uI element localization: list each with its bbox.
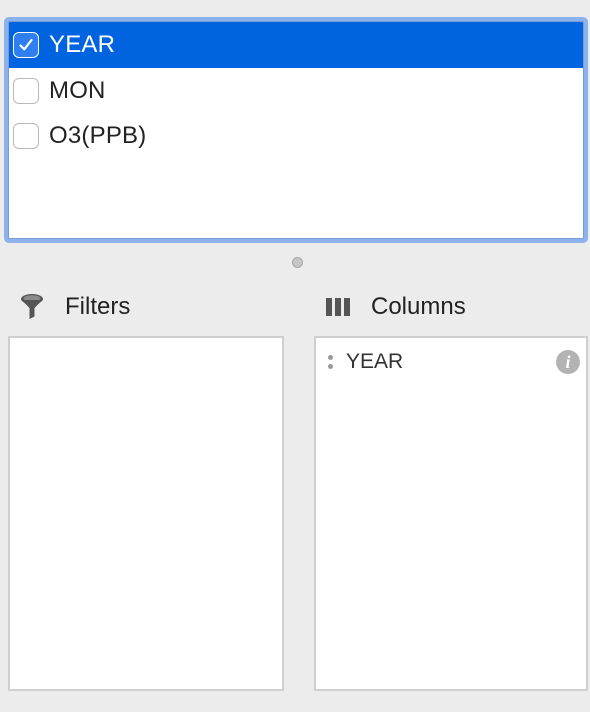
info-icon[interactable]: i <box>556 350 580 374</box>
field-list-content: YEAR MON O3(PPB) <box>8 21 584 239</box>
filters-title: Filters <box>65 293 131 320</box>
checkbox-unchecked[interactable] <box>13 77 39 104</box>
checkbox-unchecked[interactable] <box>13 122 39 149</box>
field-row-year[interactable]: YEAR <box>9 22 583 68</box>
drag-handle-icon[interactable] <box>326 352 334 372</box>
field-row-o3[interactable]: O3(PPB) <box>9 113 583 158</box>
checkbox-checked[interactable] <box>13 32 39 58</box>
columns-drop-area[interactable]: YEAR i <box>314 336 588 691</box>
field-label: O3(PPB) <box>49 121 147 149</box>
filters-drop-area[interactable] <box>8 336 284 691</box>
columns-title: Columns <box>371 293 466 320</box>
column-item-year[interactable]: YEAR i <box>326 348 580 376</box>
field-list[interactable]: YEAR MON O3(PPB) <box>4 17 588 243</box>
field-row-mon[interactable]: MON <box>9 68 583 113</box>
columns-icon <box>321 290 355 324</box>
splitter-handle[interactable] <box>292 257 303 268</box>
column-item-label: YEAR <box>346 350 404 373</box>
field-label: MON <box>49 76 106 104</box>
filters-header: Filters <box>15 289 130 325</box>
funnel-icon <box>15 290 49 324</box>
field-label: YEAR <box>49 31 116 58</box>
checkmark-icon <box>19 38 33 51</box>
columns-header: Columns <box>321 289 466 325</box>
